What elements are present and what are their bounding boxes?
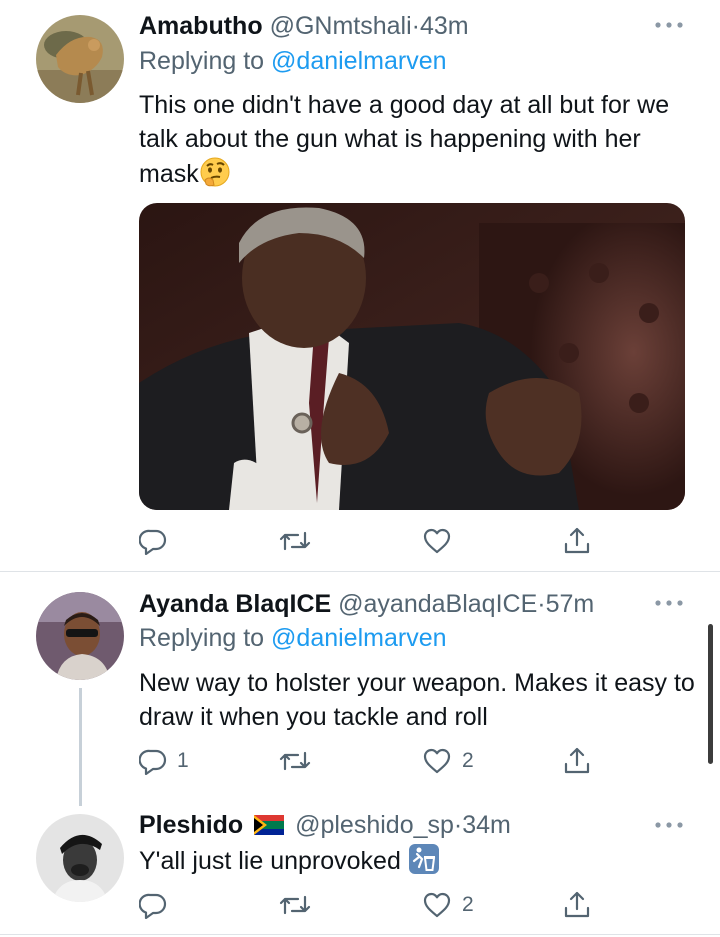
more-options-icon[interactable] [654,20,684,30]
replying-to: Replying to @danielmarven [139,623,447,653]
like-count: 2 [462,893,474,916]
tweet-actions: 1 2 [139,744,609,778]
display-name[interactable]: Pleshido [139,811,243,839]
retweet-icon [279,751,311,771]
share-button[interactable] [563,888,591,922]
reply-icon [139,749,167,775]
tweet-3[interactable]: Pleshido @pleshido_sp·34m Y'all just lie… [0,808,720,937]
replying-prefix: Replying to [139,624,265,652]
handle[interactable]: @ayandaBlaqICE [338,590,537,618]
timestamp[interactable]: 43m [420,12,469,40]
timestamp[interactable]: 57m [546,590,595,618]
retweet-icon [279,531,311,551]
tweet-header: Amabutho @GNmtshali·43m [139,11,469,41]
retweet-icon [279,895,311,915]
tweet-actions [139,524,609,558]
retweet-button[interactable] [278,524,322,558]
reply-icon [139,893,167,919]
separator: · [453,811,463,839]
tweet-text-content: Y'all just lie unprovoked [139,847,401,875]
tweet-header: Ayanda BlaqICE @ayandaBlaqICE·57m [139,589,594,619]
divider [0,934,720,935]
more-options-icon[interactable] [654,598,684,608]
thread-connector [79,688,82,806]
like-button[interactable] [422,524,462,558]
display-name[interactable]: Ayanda BlaqICE [139,590,331,618]
share-button[interactable] [563,524,591,558]
timestamp[interactable]: 34m [462,811,511,839]
tweet-1[interactable]: Amabutho @GNmtshali·43m Replying to @dan… [0,0,720,571]
handle[interactable]: @GNmtshali [270,12,412,40]
reply-icon [139,529,167,555]
reply-button[interactable]: 1 [139,744,189,778]
reply-button[interactable] [139,888,177,922]
avatar[interactable] [36,592,124,680]
handle[interactable]: @pleshido_sp [295,811,454,839]
reply-count: 1 [177,749,189,772]
mention-link[interactable]: @danielmarven [271,624,446,652]
replying-to: Replying to @danielmarven [139,46,447,76]
like-button[interactable]: 2 [422,744,474,778]
south-africa-flag-icon [254,812,285,842]
mention-link[interactable]: @danielmarven [271,47,446,75]
display-name[interactable]: Amabutho [139,12,263,40]
tweet-text: This one didn't have a good day at all b… [139,88,699,197]
reply-button[interactable] [139,524,177,558]
like-button[interactable]: 2 [422,888,474,922]
avatar[interactable] [36,15,124,103]
replying-prefix: Replying to [139,47,265,75]
share-button[interactable] [563,744,591,778]
scrollbar[interactable] [708,624,713,764]
tweet-2[interactable]: Ayanda BlaqICE @ayandaBlaqICE·57m Replyi… [0,572,720,808]
retweet-button[interactable] [278,888,322,922]
like-count: 2 [462,749,474,772]
share-icon [564,527,590,554]
thinking-face-icon [199,156,231,197]
tweet-image[interactable] [139,203,685,510]
more-options-icon[interactable] [654,820,684,830]
separator: · [411,12,420,40]
heart-icon [423,748,451,774]
separator: · [537,590,546,618]
tweet-text: New way to holster your weapon. Makes it… [139,669,695,731]
heart-icon [423,528,451,554]
retweet-button[interactable] [278,744,322,778]
tweet-text: Y'all just lie unprovoked [139,843,699,884]
share-icon [564,891,590,918]
avatar[interactable] [36,814,124,902]
heart-icon [423,892,451,918]
tweet-header: Pleshido @pleshido_sp·34m [139,810,511,842]
tweet-actions: 2 [139,888,609,922]
wastebasket-icon [408,843,440,884]
share-icon [564,747,590,774]
